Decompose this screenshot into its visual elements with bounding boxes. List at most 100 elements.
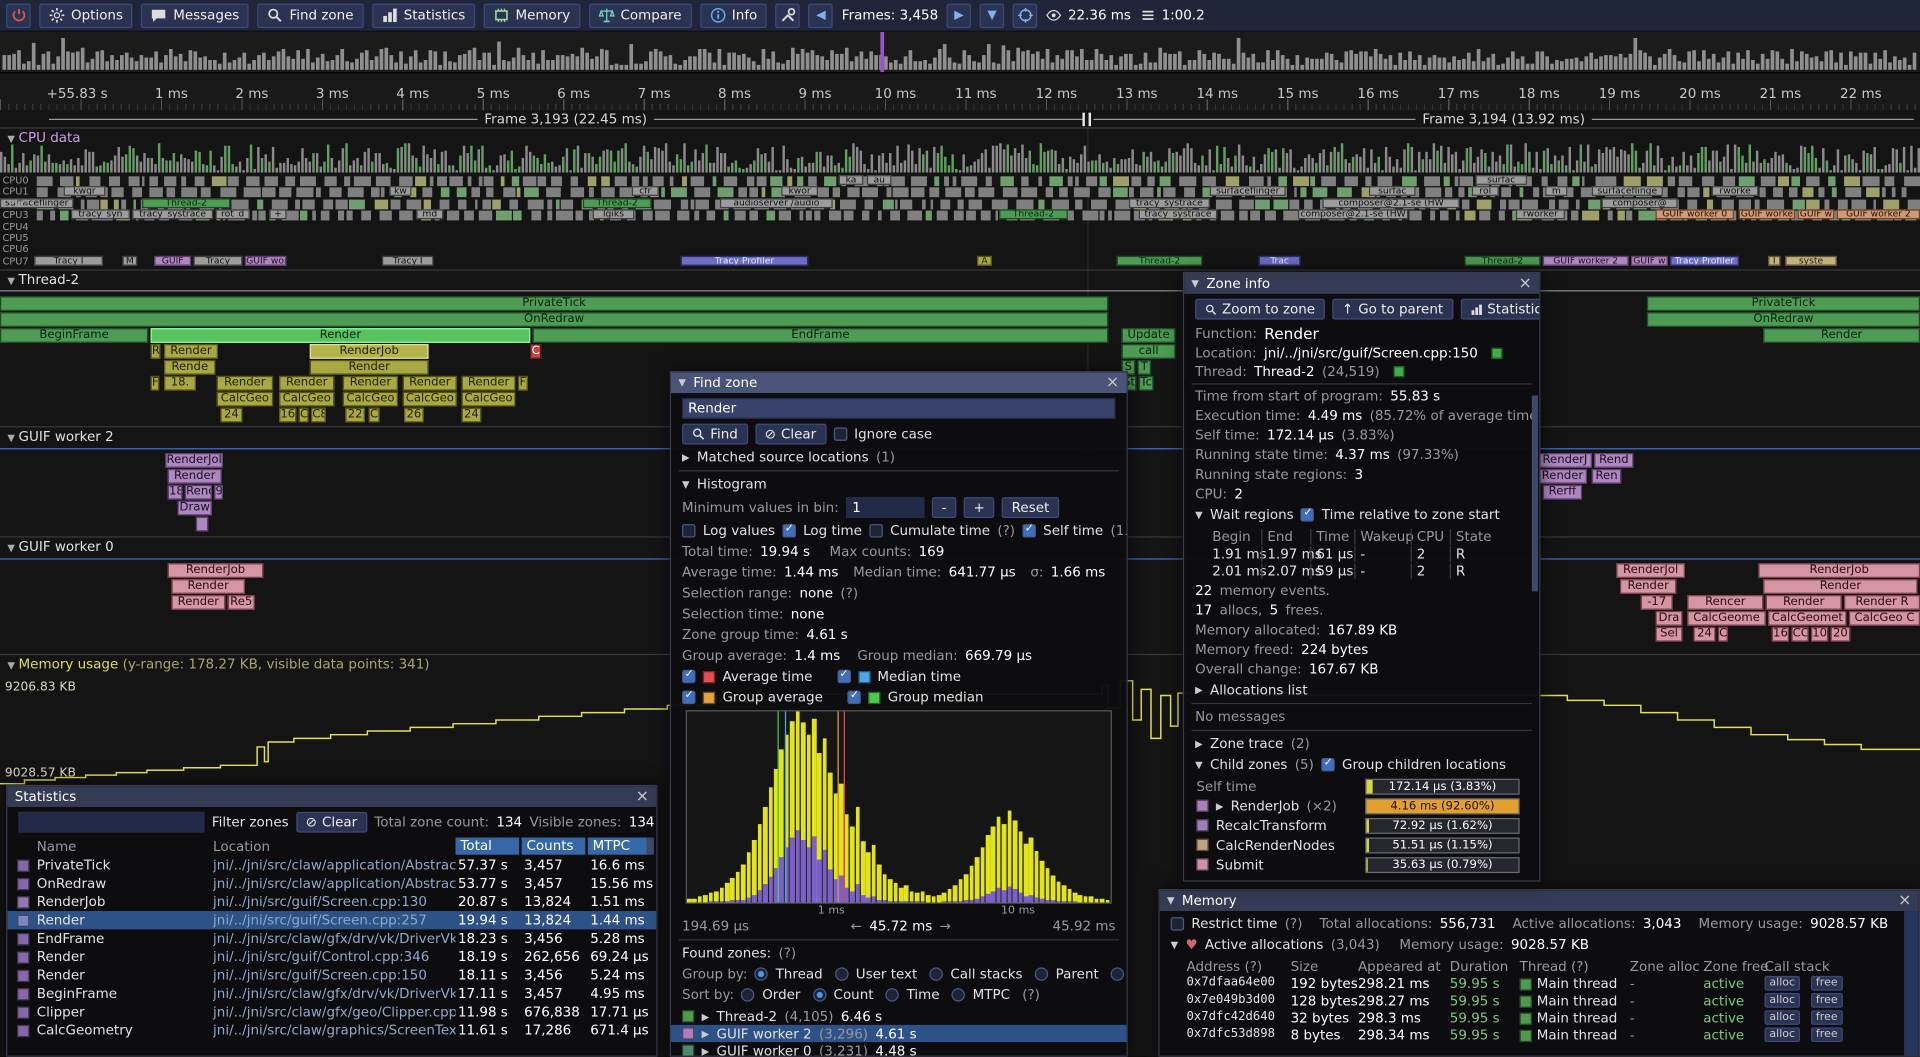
wait-table-row[interactable]: 1.91 ms1.97 ms61 μs-2R (1195, 545, 1528, 562)
wait-column-header[interactable]: State (1450, 529, 1492, 545)
prev-frame-button[interactable]: ◀ (809, 3, 833, 27)
log-time-checkbox[interactable] (782, 524, 795, 537)
statistics-row[interactable]: BeginFramejni/../jni/src/claw/gfx/drv/vk… (7, 984, 656, 1002)
timeline-zone[interactable]: Render (279, 376, 334, 391)
cpu-zone[interactable]: Thread-2 (1464, 256, 1540, 266)
cpu-zone[interactable]: rworke (1712, 187, 1759, 197)
timeline-zone[interactable]: Render (310, 360, 429, 375)
collapse-arrow-icon[interactable]: ▼ (1167, 895, 1175, 906)
cpu-zone[interactable]: composer@2.1-se (HW (1298, 210, 1408, 220)
wait-column-header[interactable]: CPU (1411, 529, 1445, 545)
search-input[interactable] (682, 398, 1115, 419)
timeline-zone[interactable]: T (1138, 360, 1151, 375)
memory-button[interactable]: Memory (484, 3, 580, 27)
alloc-callstack-button[interactable]: alloc (1764, 1027, 1799, 1042)
reset-button[interactable]: Reset (1002, 497, 1059, 518)
timeline-zone[interactable]: RenderJol (165, 453, 223, 468)
self-time-checkbox[interactable] (1022, 524, 1035, 537)
legend-checkbox[interactable] (682, 670, 695, 683)
timeline-zone[interactable]: Ren (1592, 469, 1621, 484)
cpu-zone[interactable]: I (1768, 256, 1780, 266)
statistics-row[interactable]: CalcGeometryjni/../jni/src/claw/graphics… (7, 1021, 656, 1039)
statistics-row[interactable]: Renderjni/../jni/src/guif/Screen.cpp:257… (7, 911, 656, 929)
statistics-row[interactable]: Clipperjni/../jni/src/claw/gfx/geo/Clipp… (7, 1003, 656, 1021)
timeline-zone[interactable]: 24 (462, 408, 482, 423)
memory-column-header[interactable]: Zone free (1703, 959, 1768, 975)
help-marker[interactable]: (?) (779, 945, 797, 961)
goto-frame-button[interactable] (1013, 3, 1037, 27)
thread-value[interactable]: Thread-2 (1254, 364, 1315, 380)
cpu-zone[interactable]: Thread-2 (142, 198, 230, 208)
cpu-zone[interactable]: + (269, 210, 286, 220)
restrict-time-checkbox[interactable] (1171, 917, 1184, 930)
info-button[interactable]: Info (700, 3, 767, 27)
cpu-zone[interactable]: GUIF worker 2 (1543, 256, 1629, 266)
legend-checkbox[interactable] (837, 670, 850, 683)
timeline-zone[interactable]: Render (1763, 328, 1920, 343)
cpu-zone[interactable]: surfaceflinger (1210, 187, 1286, 197)
timeline-zone[interactable]: 20 (1831, 627, 1851, 642)
timeline-zone[interactable]: Render (1763, 579, 1917, 594)
decrement-button[interactable]: - (932, 497, 956, 518)
find-zone-titlebar[interactable]: ▼Find zone× (671, 372, 1127, 393)
timeline-zone[interactable]: F (151, 376, 160, 391)
statistics-row[interactable]: PrivateTickjni/../jni/src/claw/applicati… (7, 856, 656, 874)
free-callstack-button[interactable]: free (1811, 976, 1843, 991)
memory-allocation-row[interactable]: 0x7dfc42d64032 bytes298.3 ms59.95 sMain … (1160, 1009, 1919, 1026)
statistics-row[interactable]: OnRedrawjni/../jni/src/claw/application/… (7, 874, 656, 892)
timeline-zone[interactable]: OnRedraw (1647, 312, 1920, 327)
legend-checkbox[interactable] (682, 691, 695, 704)
timeline-zone[interactable]: OnRedraw (0, 312, 1108, 327)
timeline-zone[interactable]: RenderJol (1616, 563, 1685, 578)
timeline-zone[interactable]: Render (164, 344, 218, 359)
cpu-zone[interactable]: kw (389, 187, 411, 197)
cpu-zone[interactable]: kwor (781, 187, 818, 197)
cpu-usage-graph[interactable] (0, 140, 1920, 173)
collapse-arrow-icon[interactable]: ▼ (1171, 939, 1179, 950)
help-marker[interactable]: (?) (1022, 987, 1040, 1003)
cpu-zone[interactable]: GUIF worker 0 (1656, 210, 1734, 220)
timeline-zone[interactable]: Render (1620, 579, 1676, 594)
cpu-zone[interactable]: surfaceflinge (1592, 187, 1663, 197)
column-header-name[interactable]: Name (37, 839, 77, 855)
timeline-zone[interactable]: Render (1538, 469, 1587, 484)
wait-column-header[interactable]: Wakeup (1354, 529, 1414, 545)
found-zone-group-row[interactable]: ▶GUIF worker 2(3,296)4.61 s (671, 1025, 1127, 1042)
wait-column-header[interactable]: Begin (1212, 529, 1250, 545)
cpu-zone[interactable]: GUIF worker 2 (1837, 210, 1920, 220)
wait-table-row[interactable]: 2.01 ms2.07 ms59 μs-2R (1195, 562, 1528, 579)
timeline-zone[interactable]: 10 (1811, 627, 1828, 642)
scrollbar-track[interactable] (1904, 911, 1919, 1055)
timeline-zone[interactable]: Render (168, 469, 222, 484)
options-button[interactable]: Options (39, 3, 133, 27)
frame-segment[interactable]: Frame 3,194 (13.92 ms) (1093, 110, 1913, 128)
cpu-zone[interactable]: lgiks (593, 210, 635, 220)
timeline-zone[interactable]: Render (343, 376, 398, 391)
collapse-arrow-icon[interactable]: ▼ (678, 377, 686, 388)
close-icon[interactable]: × (1518, 276, 1531, 292)
cpu-zone[interactable]: GUIF wor (245, 256, 287, 266)
timeline-zone[interactable]: Render (403, 376, 457, 391)
filter-zones-input[interactable] (18, 812, 204, 833)
timeline-zone[interactable]: C (369, 408, 380, 423)
wait-column-header[interactable]: Time (1310, 529, 1349, 545)
sort-radio[interactable] (741, 988, 754, 1001)
clear-button[interactable]: ⊘Clear (755, 424, 826, 445)
cpu-zone[interactable]: GUIF w (1798, 210, 1835, 220)
power-button[interactable] (6, 3, 30, 27)
memory-column-header[interactable]: Address (?) (1187, 959, 1263, 975)
go-to-parent-button[interactable]: ↑Go to parent (1332, 299, 1453, 320)
timeline-zone[interactable]: Render (1766, 595, 1842, 610)
sort-radio[interactable] (813, 988, 826, 1001)
timeline-zone[interactable]: CalcGeo (217, 392, 273, 407)
cpu-zone[interactable]: Tracy Profiler (681, 256, 808, 266)
memory-allocation-row[interactable]: 0x7e049b3d00128 bytes298.27 ms59.95 sMai… (1160, 992, 1919, 1009)
memory-column-header[interactable]: Appeared at (1358, 959, 1441, 975)
free-callstack-button[interactable]: free (1811, 1010, 1843, 1025)
statistics-row[interactable]: Renderjni/../jni/src/guif/Screen.cpp:150… (7, 966, 656, 984)
cpu-zone[interactable]: Tracy I (382, 256, 433, 266)
timeline-zone[interactable]: CC (1791, 627, 1808, 642)
location-value[interactable]: jni/../jni/src/guif/Screen.cpp:150 (1264, 345, 1478, 361)
cpu-zone[interactable]: tracy_systrace (132, 210, 213, 220)
timeline-zone[interactable]: 24 (220, 408, 242, 423)
